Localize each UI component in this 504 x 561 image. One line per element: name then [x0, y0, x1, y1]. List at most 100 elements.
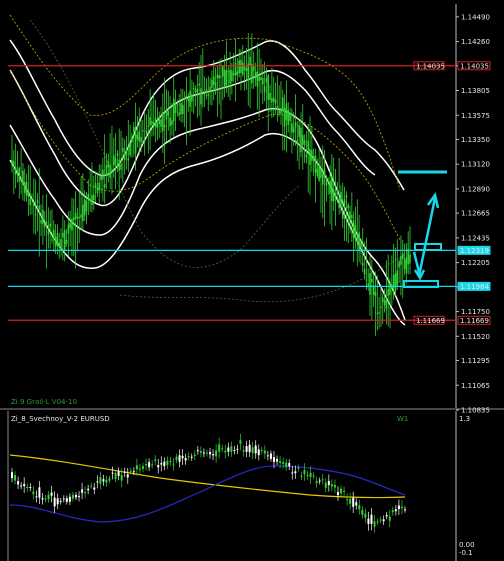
sub-candle-body [81, 489, 84, 493]
sub-candle-body [132, 471, 135, 473]
candle-body [214, 82, 217, 92]
sub-candle-body [297, 467, 300, 469]
candle-body [369, 273, 371, 295]
candle-body [223, 70, 226, 87]
sub-candle-body [142, 466, 144, 469]
sub-candle-body [41, 498, 44, 500]
candle-body [114, 158, 117, 165]
candle-body [409, 254, 411, 264]
sub-candle-body [32, 491, 35, 495]
candle-body [296, 139, 299, 143]
sub-candle-body [157, 465, 160, 468]
sub-candle-body [364, 513, 367, 518]
candle-body [314, 155, 317, 173]
candle-body [287, 110, 290, 126]
sub-candle-body [358, 505, 361, 510]
candle-body [34, 214, 37, 216]
candle-body [198, 83, 200, 86]
candle-body [392, 274, 395, 288]
candle-body [18, 167, 21, 182]
price-tick-label: 1.11295 [461, 357, 490, 365]
candle-body [20, 178, 22, 182]
candle-body [361, 263, 364, 266]
sub-candle-body [166, 460, 169, 466]
candle-body [358, 232, 360, 252]
sub-candle-body [135, 465, 138, 470]
candle-body [112, 155, 115, 166]
sub-candle-body [212, 454, 215, 456]
chart-canvas: 1.14490 1.14260 1.14035 1.13805 1.13575 1.133… [0, 0, 504, 561]
sub-candle-body [336, 492, 339, 496]
sub-indicator-title: Zi_8_Svechnoy_V-2 EURUSD [11, 415, 110, 423]
sub-candle-body [288, 463, 291, 467]
candle-body [383, 300, 386, 306]
sub-candle-body [373, 521, 376, 527]
sub-candle-body [93, 487, 96, 490]
sub-candle-body [349, 498, 352, 504]
candle-body [372, 285, 375, 295]
candle-body [389, 283, 391, 295]
candle-body [283, 107, 286, 127]
candle-body [321, 174, 324, 185]
candle-body [376, 312, 379, 314]
candle-body [332, 189, 335, 202]
candle-body [103, 183, 106, 188]
candle-body [249, 56, 251, 66]
sub-candle-body [108, 478, 111, 481]
candle-body [118, 159, 121, 171]
candle-body [52, 229, 55, 240]
level-label: 1.11669 [460, 317, 489, 325]
candle-body [251, 64, 253, 84]
candle-body [222, 65, 224, 77]
candle-body [89, 199, 91, 202]
candle-body [16, 170, 19, 172]
sub-candle-body [385, 515, 388, 517]
sub-candle-body [47, 494, 50, 500]
candle-body [374, 291, 377, 297]
candle-body [354, 224, 357, 240]
candle-body [261, 78, 264, 85]
sub-candle-body [404, 509, 406, 511]
level-inline-label: 1.11669 [416, 317, 445, 325]
candle-body [65, 239, 68, 244]
candle-body [407, 248, 409, 265]
candle-body [327, 180, 330, 182]
candle-body [178, 112, 180, 116]
candle-body [340, 191, 342, 207]
candle-body [163, 124, 166, 128]
candle-body [360, 242, 362, 248]
sub-candle-body [99, 477, 102, 484]
candle-body [258, 76, 260, 81]
candle-body [107, 161, 110, 168]
candle-body [202, 91, 204, 93]
sub-candle-body [224, 450, 227, 453]
sub-candle-body [169, 460, 172, 462]
sub-candle-body [306, 474, 309, 476]
sub-candle-body [355, 502, 358, 506]
sub-candle-body [309, 472, 312, 478]
candle-body [149, 117, 151, 126]
candle-body [167, 111, 170, 116]
candle-body [323, 168, 326, 178]
candle-body [200, 88, 202, 105]
sub-candle-body [181, 455, 184, 459]
sub-candle-body [29, 487, 32, 489]
candle-body [387, 289, 389, 296]
sub-candle-body [196, 450, 199, 452]
level-label: 1.11984 [460, 283, 489, 291]
sub-candle-body [84, 492, 87, 494]
candle-body [365, 279, 368, 281]
sub-candle-body [202, 452, 205, 454]
candle-body [265, 77, 268, 83]
candle-body [396, 270, 399, 286]
sub-candle-body [346, 499, 349, 501]
sub-candle-body [242, 450, 245, 452]
candle-body [318, 164, 320, 181]
candle-body [76, 216, 79, 219]
candle-body [234, 62, 237, 76]
candle-body [229, 69, 231, 84]
candle-body [127, 158, 130, 161]
sub-candle-body [62, 498, 65, 500]
price-tick-label: 1.11520 [461, 333, 490, 341]
price-tick-label: 1.10835 [461, 407, 490, 415]
